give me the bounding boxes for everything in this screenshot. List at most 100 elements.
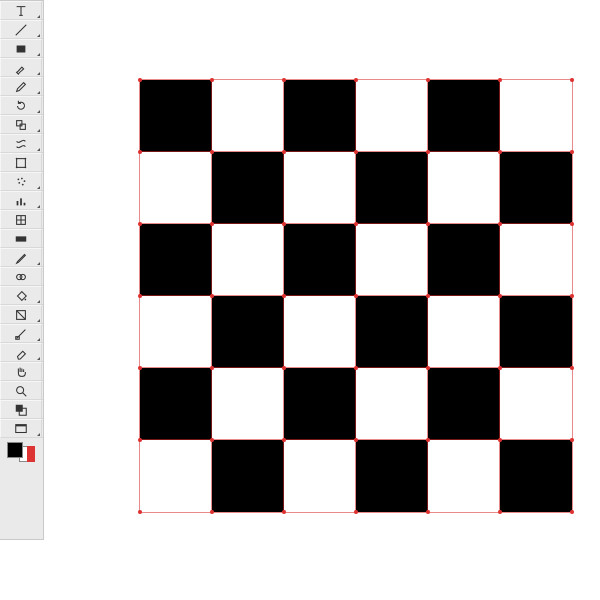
flyout-indicator-icon xyxy=(37,72,40,75)
rectangle-tool[interactable] xyxy=(0,39,42,58)
free-transform-tool[interactable] xyxy=(0,153,42,172)
fillstroke-icon xyxy=(14,403,28,417)
flyout-indicator-icon xyxy=(37,186,40,189)
square[interactable] xyxy=(356,224,428,296)
flyout-indicator-icon xyxy=(37,148,40,151)
paint-select-icon xyxy=(14,308,28,322)
fill-stroke-swatches[interactable] xyxy=(0,438,43,464)
square[interactable] xyxy=(212,296,284,368)
square[interactable] xyxy=(212,440,284,512)
rotate-icon xyxy=(14,99,28,113)
flyout-indicator-icon xyxy=(37,91,40,94)
square[interactable] xyxy=(428,80,500,152)
mesh-icon xyxy=(14,213,28,227)
square[interactable] xyxy=(284,296,356,368)
square[interactable] xyxy=(356,80,428,152)
square[interactable] xyxy=(356,296,428,368)
blend-icon xyxy=(14,270,28,284)
screen-mode[interactable] xyxy=(0,419,42,438)
blend-tool[interactable] xyxy=(0,267,42,286)
hand-tool[interactable] xyxy=(0,362,42,381)
square[interactable] xyxy=(212,368,284,440)
square[interactable] xyxy=(140,296,212,368)
square[interactable] xyxy=(500,296,572,368)
flyout-indicator-icon xyxy=(37,300,40,303)
square[interactable] xyxy=(500,152,572,224)
flyout-indicator-icon xyxy=(37,15,40,18)
rotate-tool[interactable] xyxy=(0,96,42,115)
flyout-indicator-icon xyxy=(37,319,40,322)
flyout-indicator-icon xyxy=(37,433,40,436)
eyedropper-tool[interactable] xyxy=(0,248,42,267)
gradient-tool[interactable] xyxy=(0,229,42,248)
square[interactable] xyxy=(284,152,356,224)
square[interactable] xyxy=(284,368,356,440)
square[interactable] xyxy=(500,368,572,440)
checker-grid xyxy=(140,80,572,512)
symbol-sprayer-tool[interactable] xyxy=(0,172,42,191)
square[interactable] xyxy=(356,152,428,224)
square[interactable] xyxy=(428,152,500,224)
flyout-indicator-icon xyxy=(37,357,40,360)
square[interactable] xyxy=(212,224,284,296)
flyout-indicator-icon xyxy=(37,205,40,208)
square[interactable] xyxy=(140,80,212,152)
square[interactable] xyxy=(140,440,212,512)
square[interactable] xyxy=(500,224,572,296)
eraser-tool[interactable] xyxy=(0,343,42,362)
flyout-indicator-icon xyxy=(37,53,40,56)
rect-icon xyxy=(14,42,28,56)
square[interactable] xyxy=(500,80,572,152)
eyedropper-icon xyxy=(14,251,28,265)
square[interactable] xyxy=(428,368,500,440)
graph-icon xyxy=(14,194,28,208)
square[interactable] xyxy=(356,440,428,512)
scale-tool[interactable] xyxy=(0,115,42,134)
square[interactable] xyxy=(428,224,500,296)
fill-swatch[interactable] xyxy=(7,442,23,458)
spray-icon xyxy=(14,175,28,189)
gradient-icon xyxy=(14,232,28,246)
square[interactable] xyxy=(500,440,572,512)
flyout-indicator-icon xyxy=(37,338,40,341)
bucket-icon xyxy=(14,289,28,303)
square[interactable] xyxy=(428,440,500,512)
square[interactable] xyxy=(356,368,428,440)
square[interactable] xyxy=(140,224,212,296)
type-icon xyxy=(14,4,28,18)
square[interactable] xyxy=(212,152,284,224)
scale-icon xyxy=(14,118,28,132)
square[interactable] xyxy=(140,368,212,440)
flyout-indicator-icon xyxy=(37,34,40,37)
flyout-indicator-icon xyxy=(37,129,40,132)
warp-tool[interactable] xyxy=(0,134,42,153)
flyout-indicator-icon xyxy=(37,262,40,265)
pencil-tool[interactable] xyxy=(0,77,42,96)
type-tool[interactable] xyxy=(0,1,42,20)
brush-icon xyxy=(14,61,28,75)
slice-icon xyxy=(14,327,28,341)
slice-tool[interactable] xyxy=(0,324,42,343)
square[interactable] xyxy=(212,80,284,152)
flyout-indicator-icon xyxy=(37,110,40,113)
column-graph-tool[interactable] xyxy=(0,191,42,210)
screen-icon xyxy=(14,422,28,436)
square[interactable] xyxy=(284,224,356,296)
free-transform-icon xyxy=(14,156,28,170)
square[interactable] xyxy=(428,296,500,368)
artboard[interactable] xyxy=(140,80,572,512)
square[interactable] xyxy=(140,152,212,224)
paintbrush-tool[interactable] xyxy=(0,58,42,77)
mesh-tool[interactable] xyxy=(0,210,42,229)
zoom-tool[interactable] xyxy=(0,381,42,400)
line-icon xyxy=(14,23,28,37)
live-paint-selection-tool[interactable] xyxy=(0,305,42,324)
square[interactable] xyxy=(284,440,356,512)
line-segment-tool[interactable] xyxy=(0,20,42,39)
square[interactable] xyxy=(284,80,356,152)
zoom-icon xyxy=(14,384,28,398)
live-paint-bucket-tool[interactable] xyxy=(0,286,42,305)
toggle-fill-stroke[interactable] xyxy=(0,400,42,419)
hand-icon xyxy=(14,365,28,379)
warp-icon xyxy=(14,137,28,151)
